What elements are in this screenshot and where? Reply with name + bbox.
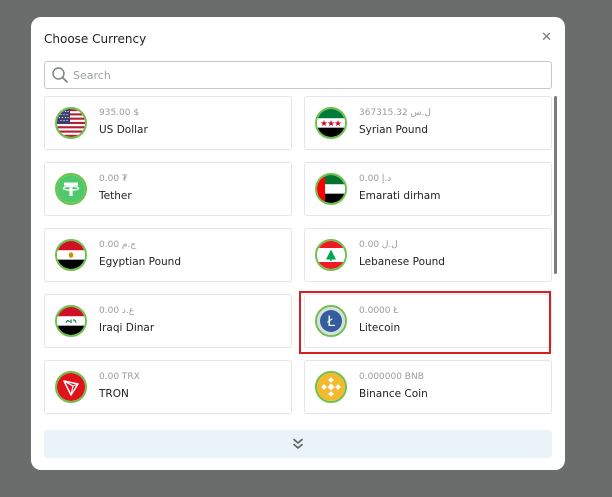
currency-amount: 0.000000 BNB [359, 372, 424, 382]
currency-name: Syrian Pound [359, 124, 428, 136]
currency-amount: 0.0000 Ł [359, 306, 399, 316]
currency-name: US Dollar [99, 124, 148, 136]
close-icon[interactable]: ✕ [541, 31, 552, 44]
currency-name: Tether [99, 190, 132, 202]
syria-flag-icon [315, 107, 347, 139]
binance-icon [315, 371, 347, 403]
double-chevron-down-icon [293, 438, 303, 449]
currency-amount: 0.00 ل.ل [359, 240, 398, 250]
currency-card-tron[interactable]: 0.00 TRX TRON [44, 360, 292, 414]
currency-name: Iraqi Dinar [99, 322, 155, 334]
currency-amount: 0.00 TRX [99, 372, 140, 382]
currency-card-egyptian-pound[interactable]: 0.00 ج.م Egyptian Pound [44, 228, 292, 282]
tether-icon [55, 173, 87, 205]
iraq-flag-icon [55, 305, 87, 337]
currency-card-litecoin[interactable]: Ł 0.0000 Ł Litecoin [304, 294, 552, 348]
lebanon-flag-icon [315, 239, 347, 271]
modal-title: Choose Currency [44, 32, 147, 46]
currency-amount: 0.00 ع.د [99, 306, 135, 316]
currency-name: TRON [99, 388, 129, 400]
currency-amount: 0.00 د.إ [359, 174, 392, 184]
list-scrollbar[interactable] [554, 96, 558, 416]
currency-list: 935.00 $ US Dollar 367315.32 ل.س Syrian … [44, 96, 556, 416]
currency-amount: 367315.32 ل.س [359, 108, 431, 118]
currency-card-tether[interactable]: 0.00 ₮ Tether [44, 162, 292, 216]
search-icon [52, 67, 68, 83]
currency-card-syrian-pound[interactable]: 367315.32 ل.س Syrian Pound [304, 96, 552, 150]
currency-card-emarati-dirham[interactable]: 0.00 د.إ Emarati dirham [304, 162, 552, 216]
load-more-button[interactable] [44, 430, 552, 458]
us-flag-icon [55, 107, 87, 139]
currency-card-iraqi-dinar[interactable]: 0.00 ع.د Iraqi Dinar [44, 294, 292, 348]
currency-modal: Choose Currency ✕ Search 935.00 $ US Dol… [31, 17, 565, 470]
search-box[interactable] [44, 61, 552, 89]
currency-name: Binance Coin [359, 388, 428, 400]
currency-amount: 935.00 $ [99, 108, 140, 118]
litecoin-icon: Ł [315, 305, 347, 337]
currency-name: Emarati dirham [359, 190, 441, 202]
scrollbar-thumb[interactable] [554, 96, 557, 274]
currency-card-binance-coin[interactable]: 0.000000 BNB Binance Coin [304, 360, 552, 414]
tron-icon [55, 371, 87, 403]
currency-amount: 0.00 ج.م [99, 240, 137, 250]
search-input[interactable] [73, 65, 543, 85]
currency-card-lebanese-pound[interactable]: 0.00 ل.ل Lebanese Pound [304, 228, 552, 282]
currency-amount: 0.00 ₮ [99, 174, 128, 184]
currency-name: Lebanese Pound [359, 256, 445, 268]
svg-text:Ł: Ł [326, 314, 335, 330]
currency-name: Egyptian Pound [99, 256, 181, 268]
uae-flag-icon [315, 173, 347, 205]
currency-name: Litecoin [359, 322, 401, 334]
egypt-flag-icon [55, 239, 87, 271]
currency-card-us-dollar[interactable]: 935.00 $ US Dollar [44, 96, 292, 150]
